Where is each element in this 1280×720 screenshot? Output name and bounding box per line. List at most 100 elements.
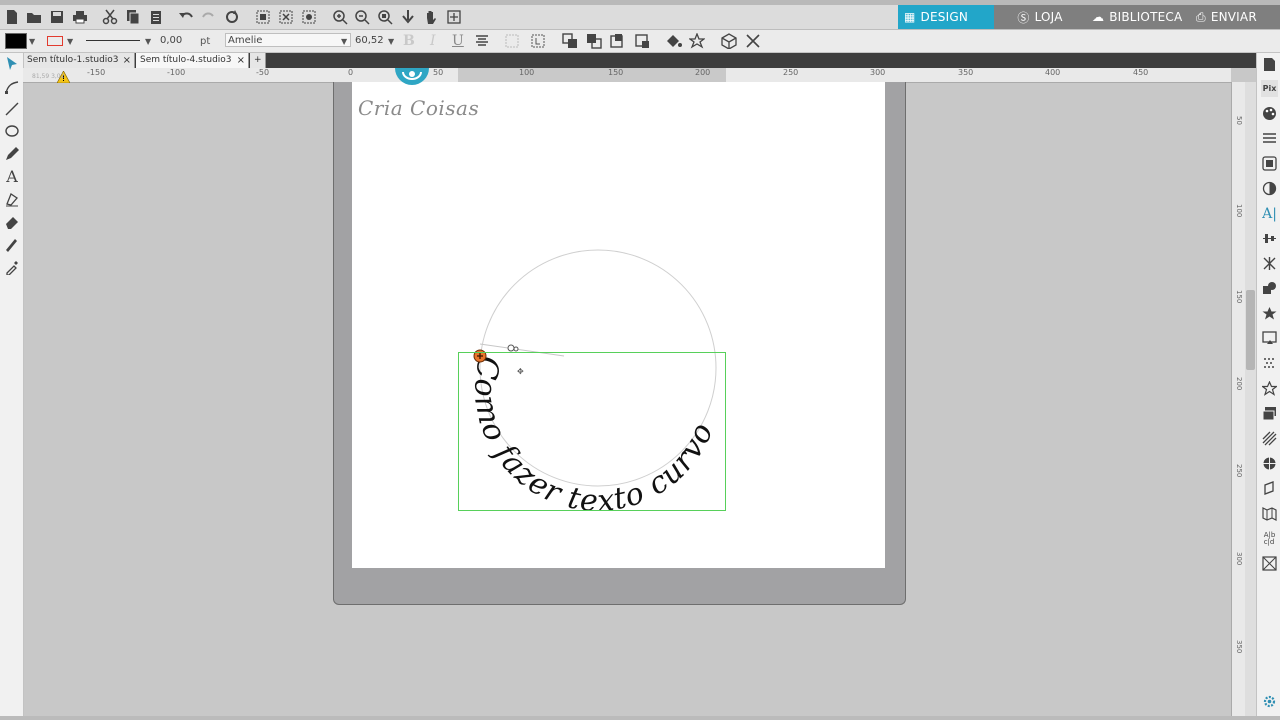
vertical-scrollbar[interactable] (1245, 82, 1256, 720)
tab-document-4-label: Sem título-4.studio3 (140, 55, 232, 65)
path-start-handle-secondary (513, 346, 519, 352)
tab-document-4[interactable]: Sem título-4.studio3 × (136, 53, 249, 68)
ruler-label: 400 (1045, 68, 1061, 77)
ruler-label: 250 (1235, 464, 1243, 478)
fill-color-swatch[interactable] (5, 33, 27, 49)
pan-hand-icon[interactable] (421, 7, 441, 27)
3d-box-icon[interactable] (720, 33, 738, 49)
nav-library-tab[interactable]: ☁ BIBLIOTECA (1086, 5, 1190, 29)
ruler-label: 250 (783, 68, 799, 77)
text-tool-icon[interactable]: A (3, 167, 21, 186)
copy-icon[interactable] (123, 7, 143, 27)
ruler-label: 50 (433, 68, 444, 77)
fill-bucket-icon[interactable] (665, 33, 683, 49)
paste-icon[interactable] (146, 7, 166, 27)
line-color-dropdown-icon[interactable]: ▼ (67, 33, 73, 49)
open-folder-icon[interactable] (24, 7, 44, 27)
italic-button[interactable]: I (430, 33, 436, 49)
close-icon[interactable] (745, 33, 761, 49)
favorites-star-icon[interactable] (1261, 380, 1278, 397)
fill-dropdown-icon[interactable]: ▼ (29, 33, 35, 49)
pencil-tool-icon[interactable] (3, 145, 21, 163)
emboss-icon[interactable] (1261, 480, 1278, 497)
new-file-icon[interactable] (2, 7, 22, 27)
trace-icon[interactable] (1261, 330, 1278, 347)
zoom-in-icon[interactable] (330, 7, 350, 27)
settings-gear-icon[interactable] (1261, 693, 1278, 710)
nav-design-tab[interactable]: ▦ DESIGN (898, 5, 994, 29)
save-icon[interactable] (47, 7, 67, 27)
select-pointer-icon[interactable] (3, 55, 21, 73)
nav-store-tab[interactable]: Ⓢ LOJA (994, 5, 1086, 29)
star-effect-icon[interactable] (689, 33, 705, 49)
rhinestone-icon[interactable] (1261, 455, 1278, 472)
pixscan-icon[interactable]: Pix (1261, 80, 1278, 97)
page-setup-icon[interactable] (1261, 56, 1278, 73)
font-name-dropdown-icon[interactable]: ▼ (341, 33, 347, 49)
undo-icon[interactable] (176, 7, 196, 27)
eyedropper-tool-icon[interactable] (3, 258, 21, 276)
font-name-input[interactable] (225, 33, 351, 47)
bring-front-icon[interactable] (562, 33, 578, 49)
right-panel-toolbar: Pix A| A|b c|d (1256, 53, 1280, 720)
bring-forward-icon[interactable] (610, 33, 626, 49)
nesting-icon[interactable] (1261, 505, 1278, 522)
fit-page-icon[interactable] (444, 7, 464, 27)
vertical-scrollbar-thumb[interactable] (1246, 290, 1255, 370)
select-by-color-icon[interactable] (299, 7, 319, 27)
layers-icon[interactable] (1261, 405, 1278, 422)
offset-star-icon[interactable] (1261, 305, 1278, 322)
bottom-status-bar (0, 716, 1280, 720)
line-style-preview[interactable] (86, 40, 140, 41)
send-back-icon[interactable] (586, 33, 602, 49)
knife-tool-icon[interactable] (3, 235, 21, 253)
bold-button[interactable]: B (403, 33, 415, 49)
nav-send-tab[interactable]: ⎙ ENVIAR (1190, 5, 1280, 29)
redo-icon[interactable] (199, 7, 219, 27)
group-icon[interactable] (505, 33, 519, 49)
ruler-label: 0 (348, 68, 354, 77)
align-icon[interactable] (1261, 230, 1278, 247)
font-size-input[interactable] (353, 33, 387, 47)
font-size-dropdown-icon[interactable]: ▼ (388, 33, 394, 49)
send-backward-icon[interactable] (634, 33, 650, 49)
ruler-label: 350 (1235, 640, 1243, 654)
deselect-icon[interactable] (276, 7, 296, 27)
modify-icon[interactable] (1261, 280, 1278, 297)
replicate-icon[interactable] (1261, 255, 1278, 272)
tab-close-icon[interactable]: × (237, 53, 245, 68)
selection-bounding-box[interactable] (458, 352, 726, 511)
zoom-out-icon[interactable] (352, 7, 372, 27)
select-all-icon[interactable] (253, 7, 273, 27)
hatch-pattern-icon[interactable] (1261, 430, 1278, 447)
ruler-label: 300 (870, 68, 886, 77)
tab-close-icon[interactable]: × (123, 53, 131, 68)
line-style-icon[interactable] (1261, 130, 1278, 147)
underline-button[interactable]: U (452, 33, 464, 49)
line-style-dropdown-icon[interactable]: ▼ (145, 33, 151, 49)
new-tab-button[interactable]: + (250, 53, 266, 68)
tab-document-1[interactable]: Sem título-1.studio3 × (23, 53, 135, 68)
eraser-tool-icon[interactable] (3, 213, 21, 231)
move-down-icon[interactable] (398, 7, 418, 27)
ungroup-icon[interactable] (530, 33, 546, 49)
text-align-icon[interactable] (475, 33, 489, 49)
ellipse-tool-icon[interactable] (3, 122, 21, 140)
cut-icon[interactable] (100, 7, 120, 27)
shadow-icon[interactable] (1261, 155, 1278, 172)
text-style-icon[interactable]: A| (1261, 205, 1278, 222)
nav-store-label: LOJA (1034, 10, 1063, 24)
zoom-selection-icon[interactable] (375, 7, 395, 27)
print-cut-icon[interactable] (1261, 555, 1278, 572)
edit-points-icon[interactable] (3, 78, 21, 96)
refresh-icon[interactable] (222, 7, 242, 27)
print-icon[interactable] (70, 7, 90, 27)
line-tool-icon[interactable] (3, 100, 21, 118)
text-to-path-icon[interactable]: A|b c|d (1261, 530, 1278, 547)
line-color-swatch[interactable] (47, 36, 63, 46)
line-width-input[interactable] (158, 33, 190, 47)
sketch-icon[interactable] (1261, 355, 1278, 372)
fill-tool-icon[interactable] (3, 190, 21, 208)
transparency-icon[interactable] (1261, 180, 1278, 197)
fill-palette-icon[interactable] (1261, 105, 1278, 122)
